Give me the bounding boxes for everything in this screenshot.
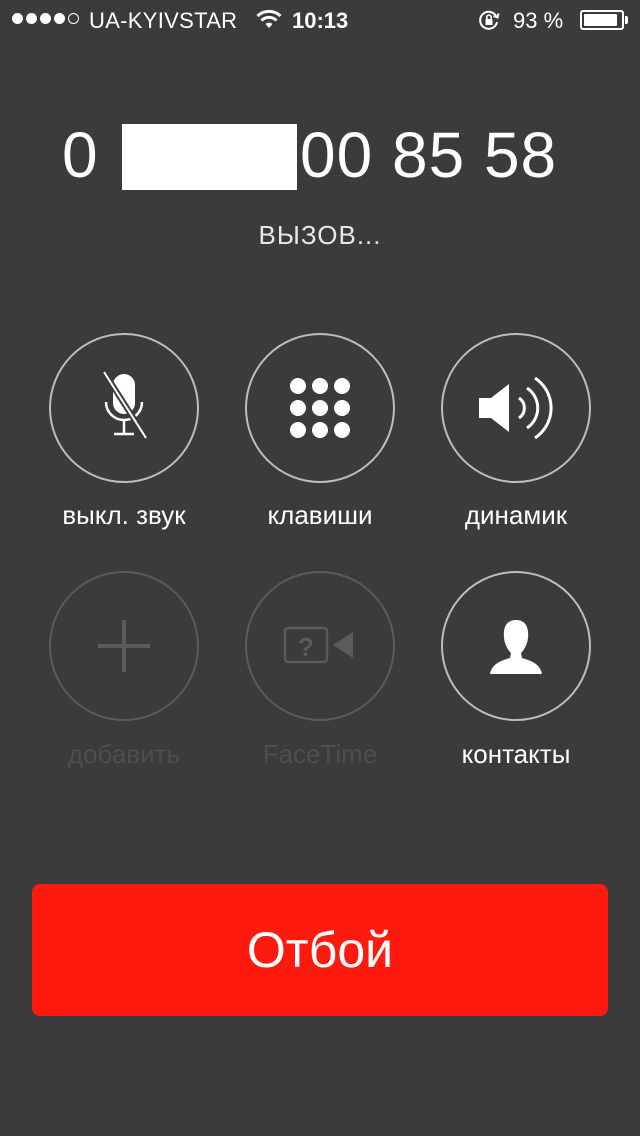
rotation-lock-icon	[479, 10, 500, 30]
keypad-button[interactable]: клавиши	[245, 333, 395, 530]
phone-number: 0 00 85 58	[0, 118, 640, 198]
mute-button[interactable]: выкл. звук	[49, 333, 199, 530]
contact-person-icon	[490, 620, 542, 674]
add-call-circle[interactable]	[49, 571, 199, 721]
contacts-label: контакты	[461, 739, 571, 769]
speaker-circle[interactable]	[441, 333, 591, 483]
end-call-button[interactable]: Отбой	[32, 884, 608, 1016]
keypad-circle[interactable]	[245, 333, 395, 483]
speaker-icon	[479, 376, 553, 440]
phone-number-suffix: 00 85 58	[300, 119, 558, 191]
keypad-icon	[290, 378, 350, 438]
add-call-button[interactable]: добавить	[49, 571, 199, 769]
facetime-circle[interactable]: ?	[245, 571, 395, 721]
battery-tip	[625, 16, 628, 24]
contacts-button[interactable]: контакты	[441, 571, 591, 769]
speaker-button[interactable]: динамик	[441, 333, 591, 530]
call-status: ВЫЗОВ...	[258, 220, 382, 250]
microphone-muted-icon	[101, 370, 149, 440]
speaker-label: динамик	[464, 500, 568, 530]
redaction-box	[122, 124, 297, 190]
status-bar: UA-KYIVSTAR 10:13 93 %	[0, 0, 640, 40]
facetime-icon: ?	[283, 626, 353, 664]
battery-percentage: 93 %	[513, 8, 564, 33]
clock-time: 10:13	[292, 8, 349, 33]
svg-text:?: ?	[298, 632, 314, 662]
battery-icon	[580, 10, 624, 30]
facetime-button[interactable]: ? FaceTime	[245, 571, 395, 769]
call-screen: UA-KYIVSTAR 10:13 93 % 0 00 85 58 ВЫЗОВ.…	[0, 0, 640, 1136]
signal-dots-icon	[12, 13, 79, 24]
wifi-icon	[256, 9, 282, 28]
plus-icon	[98, 620, 150, 672]
phone-number-prefix: 0	[62, 119, 100, 191]
contacts-circle[interactable]	[441, 571, 591, 721]
carrier-name: UA-KYIVSTAR	[89, 8, 238, 33]
mute-circle[interactable]	[49, 333, 199, 483]
